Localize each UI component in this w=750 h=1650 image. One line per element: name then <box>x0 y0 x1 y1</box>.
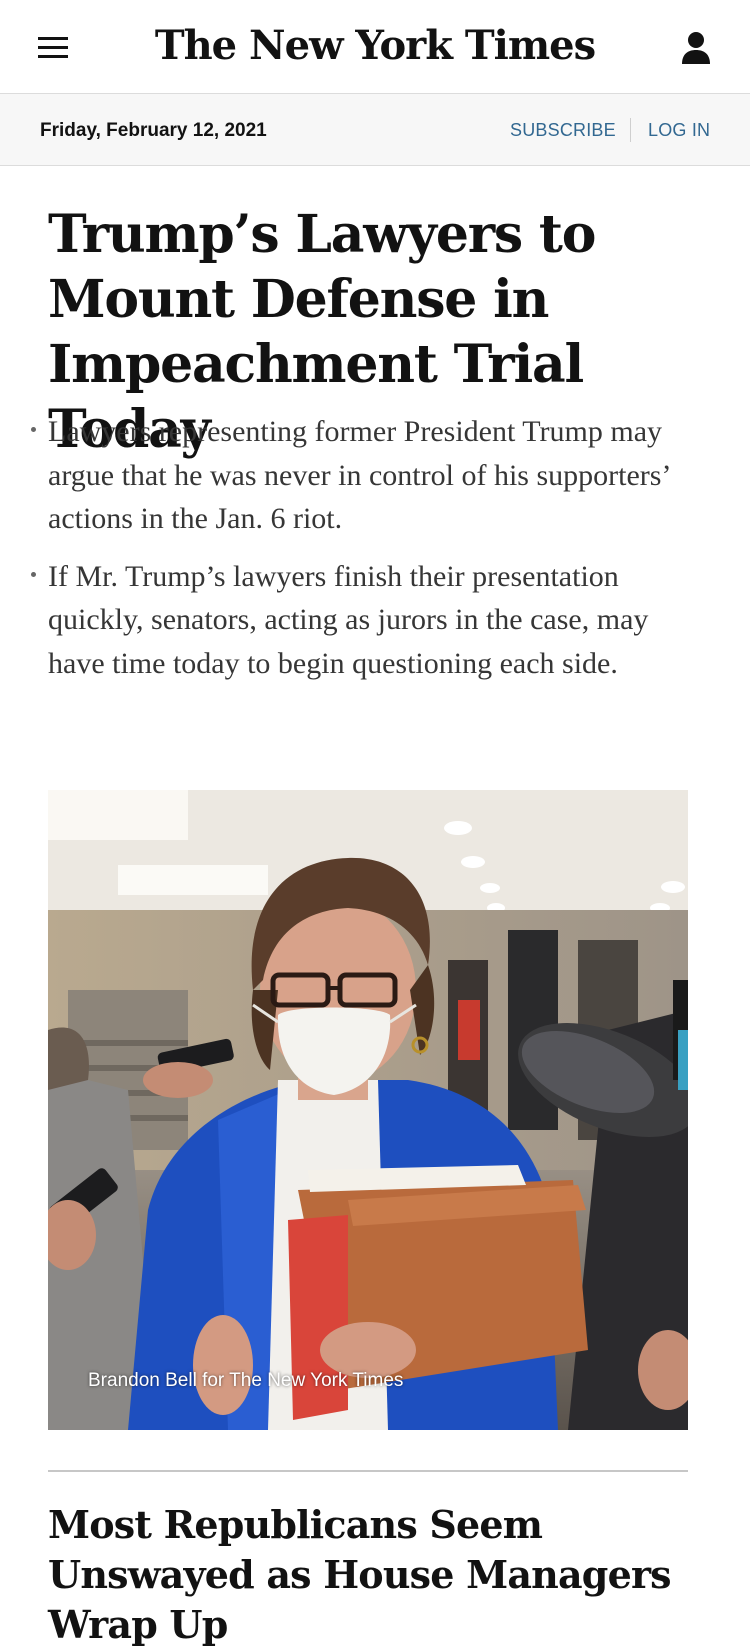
section-divider <box>48 1470 688 1472</box>
masthead: The New York Times <box>0 0 750 94</box>
current-date: Friday, February 12, 2021 <box>40 120 267 141</box>
lead-photo[interactable]: Brandon Bell for The New York Times <box>48 790 688 1430</box>
lead-photo-image <box>48 790 688 1430</box>
lead-summary-list: Lawyers representing former President Tr… <box>31 410 698 699</box>
date-bar: Friday, February 12, 2021 SUBSCRIBE LOG … <box>0 94 750 166</box>
link-divider <box>630 118 631 142</box>
second-headline[interactable]: Most Republicans Seem Unswayed as House … <box>48 1500 708 1650</box>
summary-item: Lawyers representing former President Tr… <box>31 410 698 541</box>
nyt-logo[interactable]: The New York Times <box>0 18 750 74</box>
subscribe-link[interactable]: SUBSCRIBE <box>510 120 616 141</box>
summary-item: If Mr. Trump’s lawyers finish their pres… <box>31 555 698 686</box>
login-link[interactable]: LOG IN <box>648 120 710 141</box>
photo-credit: Brandon Bell for The New York Times <box>88 1370 404 1391</box>
user-account-icon[interactable] <box>680 30 712 66</box>
